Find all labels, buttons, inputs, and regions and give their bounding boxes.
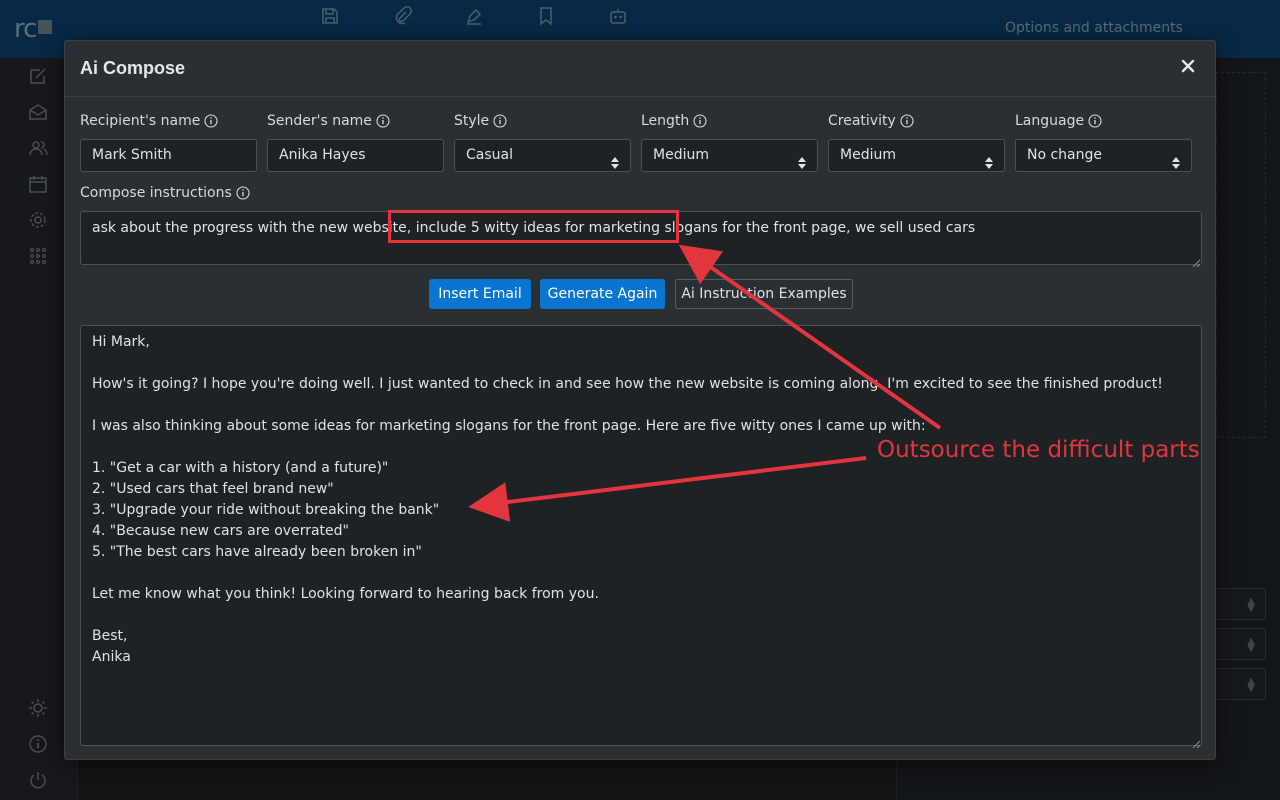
- annotation-text: Outsource the difficult parts: [877, 437, 1200, 463]
- info-icon[interactable]: [493, 114, 507, 128]
- close-icon[interactable]: [1175, 53, 1201, 79]
- resize-handle-icon[interactable]: [1192, 736, 1201, 749]
- style-select[interactable]: Casual: [454, 139, 631, 172]
- sender-name-input[interactable]: Anika Hayes: [267, 139, 444, 172]
- info-icon[interactable]: [1088, 114, 1102, 128]
- insert-email-button[interactable]: Insert Email: [429, 279, 531, 309]
- length-label-text: Length: [641, 113, 690, 129]
- recipient-label-text: Recipient's name: [80, 113, 201, 129]
- length-label: Length: [641, 113, 707, 129]
- recipient-label: Recipient's name: [80, 113, 218, 129]
- email-line: 2. "Used cars that feel brand new": [92, 481, 334, 497]
- language-select[interactable]: No change: [1015, 139, 1192, 172]
- info-icon[interactable]: [693, 114, 707, 128]
- language-select-value: No change: [1027, 147, 1103, 163]
- length-select[interactable]: Medium: [641, 139, 818, 172]
- info-icon[interactable]: [900, 114, 914, 128]
- info-icon[interactable]: [376, 114, 390, 128]
- email-line: Hi Mark,: [92, 334, 150, 350]
- email-line: I was also thinking about some ideas for…: [92, 418, 926, 434]
- ai-compose-dialog: Ai Compose Recipient's name Sender's nam…: [64, 40, 1216, 760]
- length-select-value: Medium: [653, 147, 709, 163]
- email-line: Let me know what you think! Looking forw…: [92, 586, 599, 602]
- resize-handle-icon[interactable]: [1192, 255, 1201, 268]
- annotation-highlight-box: [388, 210, 679, 243]
- generate-again-button[interactable]: Generate Again: [540, 279, 665, 309]
- language-label-text: Language: [1015, 113, 1085, 129]
- modal-title: Ai Compose: [80, 58, 186, 78]
- creativity-label: Creativity: [828, 113, 914, 129]
- recipient-name-input[interactable]: Mark Smith: [80, 139, 257, 172]
- compose-instructions-label: Compose instructions: [80, 185, 250, 201]
- style-label: Style: [454, 113, 507, 129]
- email-line: 1. "Get a car with a history (and a futu…: [92, 460, 389, 476]
- email-line: How's it going? I hope you're doing well…: [92, 376, 1163, 392]
- email-line: 3. "Upgrade your ride without breaking t…: [92, 502, 440, 518]
- modal-header: Ai Compose: [65, 41, 1215, 97]
- email-line: Best,: [92, 628, 128, 644]
- select-caret-icon: [1172, 150, 1180, 169]
- email-line: [92, 355, 1190, 376]
- style-label-text: Style: [454, 113, 490, 129]
- language-label: Language: [1015, 113, 1102, 129]
- info-icon[interactable]: [236, 186, 250, 200]
- creativity-select-value: Medium: [840, 147, 896, 163]
- select-caret-icon: [985, 150, 993, 169]
- select-caret-icon: [611, 150, 619, 169]
- generated-email-textarea[interactable]: Hi Mark, How's it going? I hope you're do…: [80, 325, 1202, 749]
- compose-instructions-label-text: Compose instructions: [80, 185, 232, 201]
- email-line: [92, 397, 1190, 418]
- info-icon[interactable]: [204, 114, 218, 128]
- style-select-value: Casual: [466, 147, 513, 163]
- email-line: 5. "The best cars have already been brok…: [92, 544, 422, 560]
- sender-label-text: Sender's name: [267, 113, 372, 129]
- email-line: 4. "Because new cars are overrated": [92, 523, 349, 539]
- email-line: [92, 565, 1190, 586]
- email-line: Anika: [92, 649, 131, 665]
- creativity-select[interactable]: Medium: [828, 139, 1005, 172]
- sender-label: Sender's name: [267, 113, 390, 129]
- creativity-label-text: Creativity: [828, 113, 896, 129]
- email-line: [92, 607, 1190, 628]
- ai-instruction-examples-button[interactable]: Ai Instruction Examples: [675, 279, 853, 309]
- select-caret-icon: [798, 150, 806, 169]
